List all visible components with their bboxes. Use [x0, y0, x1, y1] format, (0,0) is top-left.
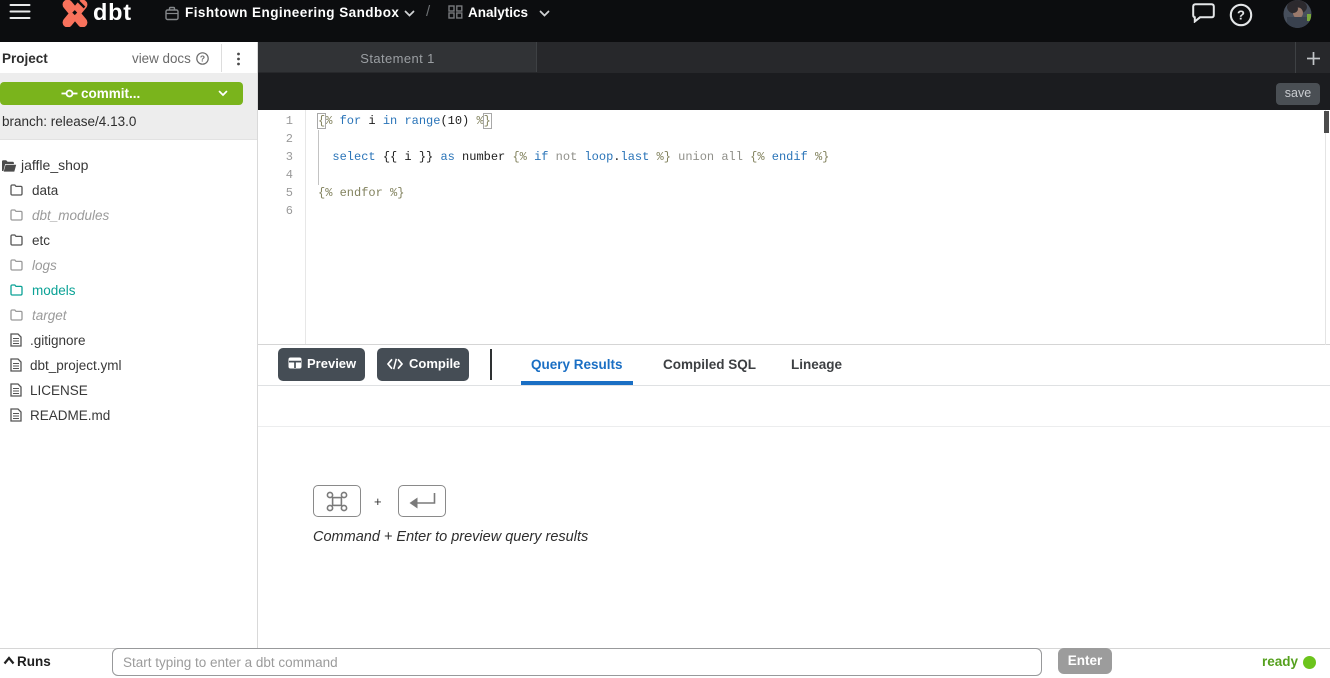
svg-text:?: ? [200, 53, 205, 63]
svg-text:?: ? [1237, 8, 1245, 23]
